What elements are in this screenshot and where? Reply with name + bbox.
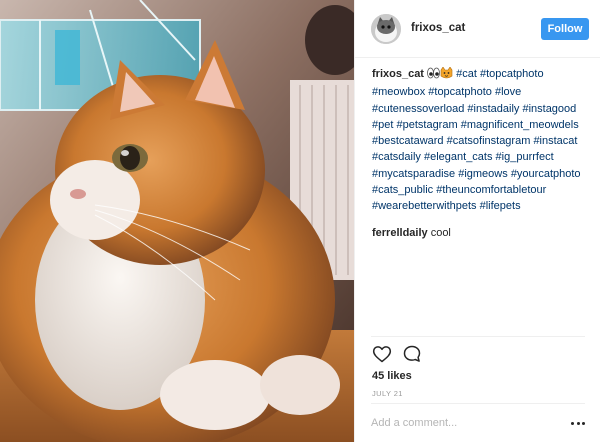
hashtag-link[interactable]: #lifepets	[480, 200, 521, 212]
post-date[interactable]: JULY 21	[372, 389, 403, 398]
hashtag-link[interactable]: #mycatsparadise	[372, 168, 455, 180]
hashtag-link[interactable]: #instagood	[522, 103, 576, 115]
hashtag-link[interactable]: #wearebetterwithpets	[372, 200, 477, 212]
post-panel: frixos_cat Follow frixos_cat #cat #topca…	[354, 0, 600, 442]
caption-hashtags: #cat #topcatphoto #meowbox #topcatphoto …	[372, 68, 581, 212]
comment-list: ferrelldaily cool	[372, 225, 594, 241]
hashtag-link[interactable]: #magnificent_meowdels	[461, 119, 579, 131]
hashtag-link[interactable]: #elegant_cats	[424, 151, 493, 163]
hashtag-link[interactable]: #instacat	[533, 135, 577, 147]
hashtag-link[interactable]: #igmeows	[458, 168, 508, 180]
eyes-emoji	[427, 67, 440, 84]
comment-icon[interactable]	[402, 344, 422, 364]
hashtag-link[interactable]: #catsofinstagram	[447, 135, 531, 147]
caption: frixos_cat #cat #topcatphoto #meowbox #t…	[372, 66, 594, 215]
hashtag-link[interactable]: #bestcataward	[372, 135, 444, 147]
caption-username[interactable]: frixos_cat	[372, 68, 424, 80]
hashtag-link[interactable]: #cats_public	[372, 184, 433, 196]
cat-photo-image	[0, 0, 354, 442]
hashtag-link[interactable]: #yourcatphoto	[511, 168, 581, 180]
hashtag-link[interactable]: #ig_purrfect	[496, 151, 554, 163]
post-header: frixos_cat Follow	[355, 0, 600, 58]
hashtag-link[interactable]: #theuncomfortabletour	[436, 184, 546, 196]
actions-divider	[371, 336, 585, 337]
hashtag-link[interactable]: #petstagram	[396, 119, 457, 131]
avatar-image	[371, 14, 401, 44]
hashtag-link[interactable]: #pet	[372, 119, 393, 131]
more-options-icon[interactable]	[569, 412, 587, 434]
comment-item: ferrelldaily cool	[372, 225, 594, 241]
hashtag-link[interactable]: #topcatphoto	[480, 68, 544, 80]
cat-face-emoji	[440, 66, 453, 84]
hashtag-link[interactable]: #cat	[456, 68, 477, 80]
hashtag-link[interactable]: #topcatphoto	[428, 86, 492, 98]
comment-divider	[371, 403, 585, 404]
instagram-post: frixos_cat Follow frixos_cat #cat #topca…	[0, 0, 600, 442]
likes-count[interactable]: 45 likes	[372, 370, 412, 382]
hashtag-link[interactable]: #meowbox	[372, 86, 425, 98]
avatar[interactable]	[371, 14, 401, 44]
hashtag-link[interactable]: #catsdaily	[372, 151, 421, 163]
hashtag-link[interactable]: #instadaily	[467, 103, 519, 115]
username[interactable]: frixos_cat	[411, 22, 465, 34]
heart-icon[interactable]	[372, 344, 392, 364]
comment-username[interactable]: ferrelldaily	[372, 227, 428, 239]
comments-section: frixos_cat #cat #topcatphoto #meowbox #t…	[372, 66, 594, 241]
hashtag-link[interactable]: #love	[495, 86, 521, 98]
hashtag-link[interactable]: #cutenessoverload	[372, 103, 464, 115]
comment-input[interactable]	[371, 412, 551, 434]
post-photo[interactable]	[0, 0, 354, 442]
follow-button[interactable]: Follow	[541, 18, 589, 40]
comment-text: cool	[427, 226, 451, 239]
